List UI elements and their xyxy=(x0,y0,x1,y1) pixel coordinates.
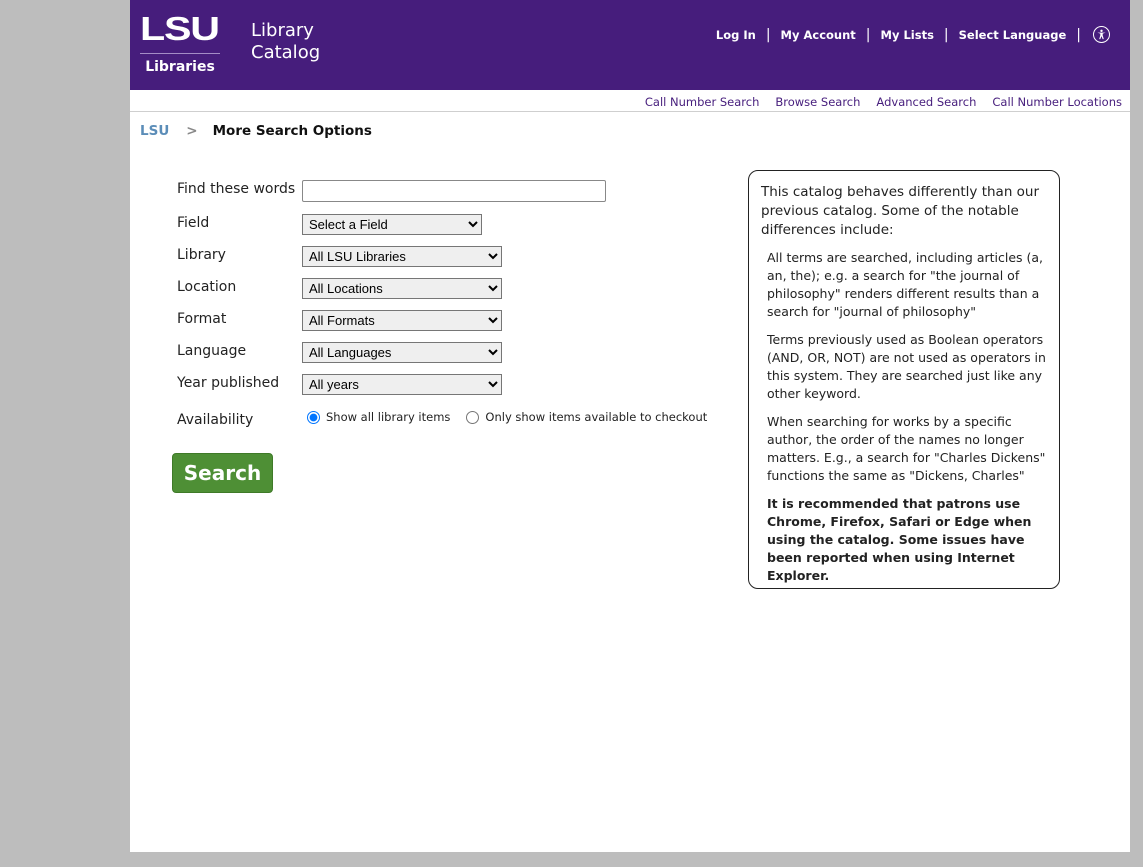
catalog-notice-box: This catalog behaves differently than ou… xyxy=(748,170,1060,589)
separator: | xyxy=(765,26,771,43)
catalog-title-line2: Catalog xyxy=(251,42,321,63)
site-header: LSU Libraries Library Catalog Log In | M… xyxy=(130,0,1130,90)
language-label: Language xyxy=(177,343,247,359)
secondary-nav: Call Number Search Browse Search Advance… xyxy=(130,90,1130,112)
separator: | xyxy=(865,26,871,43)
notice-item: When searching for works by a specific a… xyxy=(767,414,1046,483)
notice-item: Terms previously used as Boolean operato… xyxy=(767,332,1046,401)
browser-recommendation: It is recommended that patrons use Chrom… xyxy=(767,496,1032,583)
log-in-link[interactable]: Log In xyxy=(716,28,756,42)
location-label: Location xyxy=(177,279,237,295)
year-published-label: Year published xyxy=(177,375,280,391)
available-to-checkout-radio[interactable] xyxy=(466,410,480,424)
breadcrumb-home-link[interactable]: LSU xyxy=(140,123,169,139)
format-label: Format xyxy=(177,311,227,327)
language-select[interactable]: All Languages xyxy=(302,342,502,363)
my-lists-link[interactable]: My Lists xyxy=(881,28,934,42)
find-words-label: Find these words xyxy=(177,181,296,197)
availability-label: Availability xyxy=(177,412,254,428)
availability-radio-group: Show all library items Only show items a… xyxy=(302,410,707,424)
catalog-title[interactable]: Library Catalog xyxy=(251,20,320,64)
catalog-title-line1: Library xyxy=(251,20,314,41)
available-to-checkout-label[interactable]: Only show items available to checkout xyxy=(485,410,707,424)
library-select[interactable]: All LSU Libraries xyxy=(302,246,502,267)
my-account-link[interactable]: My Account xyxy=(781,28,856,42)
logo-sub: Libraries xyxy=(145,59,215,75)
notice-intro: This catalog behaves differently than ou… xyxy=(761,184,1040,238)
format-select[interactable]: All Formats xyxy=(302,310,502,331)
accessibility-figure xyxy=(1097,29,1106,40)
field-label: Field xyxy=(177,215,210,231)
notice-list: All terms are searched, including articl… xyxy=(761,249,1047,485)
find-words-input[interactable] xyxy=(302,180,606,202)
browse-search-link[interactable]: Browse Search xyxy=(775,95,860,109)
select-language-link[interactable]: Select Language xyxy=(959,28,1067,42)
show-all-items-radio[interactable] xyxy=(307,410,320,424)
advanced-search-link[interactable]: Advanced Search xyxy=(876,95,976,109)
notice-item: All terms are searched, including articl… xyxy=(767,250,1044,319)
logo-main: LSU xyxy=(140,10,220,47)
call-number-search-link[interactable]: Call Number Search xyxy=(645,95,759,109)
page-title: More Search Options xyxy=(212,123,372,139)
logo-divider xyxy=(140,53,220,54)
library-label: Library xyxy=(177,247,226,263)
accessibility-icon[interactable] xyxy=(1093,26,1110,43)
separator: | xyxy=(1076,26,1081,43)
call-number-locations-link[interactable]: Call Number Locations xyxy=(992,95,1122,109)
separator: | xyxy=(943,26,949,43)
breadcrumb: LSU > More Search Options xyxy=(140,123,372,139)
show-all-items-label[interactable]: Show all library items xyxy=(326,410,450,424)
field-select[interactable]: Select a Field xyxy=(302,214,482,235)
search-button[interactable]: Search xyxy=(172,453,273,493)
chevron-right-icon: > xyxy=(186,123,198,139)
account-links: Log In | My Account | My Lists | Select … xyxy=(716,26,1110,43)
year-published-select[interactable]: All years xyxy=(302,374,502,395)
lsu-libraries-logo[interactable]: LSU Libraries xyxy=(140,12,222,75)
location-select[interactable]: All Locations xyxy=(302,278,502,299)
page: LSU Libraries Library Catalog Log In | M… xyxy=(130,0,1130,852)
